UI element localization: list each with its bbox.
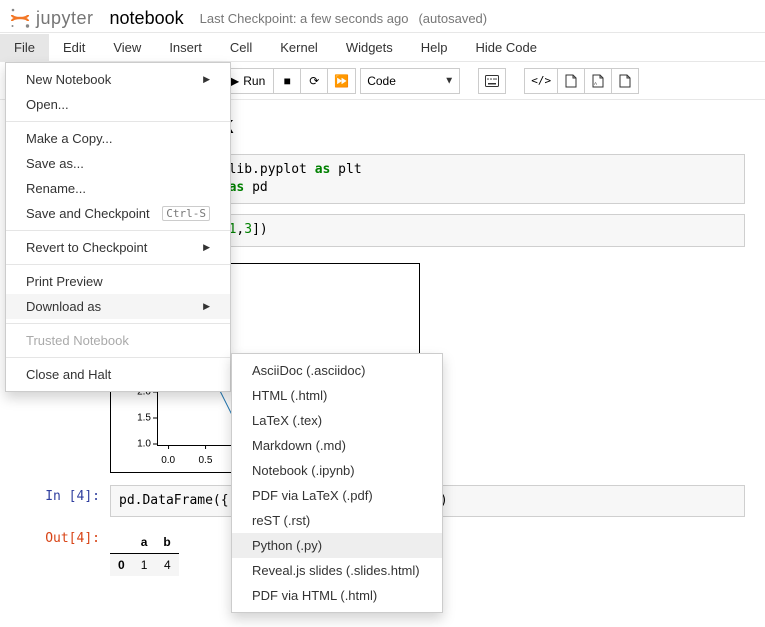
file-save-checkpoint[interactable]: Save and Checkpoint Ctrl-S [6, 201, 230, 226]
separator [6, 357, 230, 358]
stop-icon: ■ [284, 74, 291, 88]
restart-button[interactable]: ⟳ [300, 68, 328, 94]
file-blank-icon [619, 74, 631, 88]
file-revert[interactable]: Revert to Checkpoint [6, 235, 230, 260]
file-rename[interactable]: Rename... [6, 176, 230, 201]
row-index: 0 [110, 553, 133, 576]
dataframe-table: a b 0 1 4 [110, 531, 179, 576]
restart-icon: ⟳ [309, 74, 319, 88]
download-pdf-html[interactable]: PDF via HTML (.html) [232, 583, 442, 608]
file-download-as[interactable]: Download as [6, 294, 230, 319]
menu-help[interactable]: Help [407, 34, 462, 61]
cell-type-select[interactable]: Code [360, 68, 460, 94]
download-revealjs[interactable]: Reveal.js slides (.slides.html) [232, 558, 442, 583]
menubar: File Edit View Insert Cell Kernel Widget… [0, 32, 765, 62]
separator [6, 323, 230, 324]
download-latex[interactable]: LaTeX (.tex) [232, 408, 442, 433]
file-dropdown: New Notebook Open... Make a Copy... Save… [5, 62, 231, 392]
file-print-preview[interactable]: Print Preview [6, 269, 230, 294]
notebook-name[interactable]: notebook [110, 8, 184, 29]
table-row: 0 1 4 [110, 553, 179, 576]
autosave-status: (autosaved) [418, 11, 487, 26]
menu-view[interactable]: View [99, 34, 155, 61]
logo-text: jupyter [36, 8, 94, 29]
restart-run-all-button[interactable]: ⏩ [327, 68, 356, 94]
cell-value: 1 [133, 553, 156, 576]
download-as-submenu: AsciiDoc (.asciidoc) HTML (.html) LaTeX … [231, 353, 443, 613]
menu-file[interactable]: File [0, 34, 49, 61]
in-prompt: In [4]: [20, 485, 110, 517]
file-pdf-icon: A [592, 74, 604, 88]
menu-widgets[interactable]: Widgets [332, 34, 407, 61]
menu-kernel[interactable]: Kernel [266, 34, 332, 61]
download-html[interactable]: HTML (.html) [232, 383, 442, 408]
code-icon: </> [531, 74, 551, 87]
out-prompt: Out[4]: [20, 527, 110, 576]
jupyter-icon [8, 6, 32, 30]
cell-value: 4 [155, 553, 178, 576]
download-asciidoc[interactable]: AsciiDoc (.asciidoc) [232, 358, 442, 383]
separator [6, 121, 230, 122]
checkpoint-text: Last Checkpoint: a few seconds ago [200, 11, 409, 26]
interrupt-button[interactable]: ■ [273, 68, 301, 94]
file-make-copy[interactable]: Make a Copy... [6, 126, 230, 151]
download-markdown[interactable]: Markdown (.md) [232, 433, 442, 458]
play-icon: ▶ [230, 74, 239, 88]
download-rest[interactable]: reST (.rst) [232, 508, 442, 533]
col-header: b [155, 531, 178, 554]
file-open[interactable]: Open... [6, 92, 230, 117]
svg-text:A: A [594, 81, 597, 86]
ytick-label: 1.5 [111, 412, 151, 423]
file-icon [565, 74, 577, 88]
run-label: Run [243, 74, 265, 88]
menu-insert[interactable]: Insert [155, 34, 216, 61]
download-pdf-latex[interactable]: PDF via LaTeX (.pdf) [232, 483, 442, 508]
xtick-label: 0.5 [199, 455, 213, 466]
nbextension-button-4[interactable] [611, 68, 639, 94]
menu-cell[interactable]: Cell [216, 34, 266, 61]
menu-hidecode[interactable]: Hide Code [462, 34, 551, 61]
nbextension-button-3[interactable]: A [584, 68, 612, 94]
download-notebook[interactable]: Notebook (.ipynb) [232, 458, 442, 483]
keyboard-icon [485, 75, 499, 87]
kbd-shortcut: Ctrl-S [162, 206, 210, 221]
file-close-halt[interactable]: Close and Halt [6, 362, 230, 387]
fast-forward-icon: ⏩ [334, 74, 349, 88]
download-python[interactable]: Python (.py) [232, 533, 442, 558]
file-save-as[interactable]: Save as... [6, 151, 230, 176]
separator [6, 264, 230, 265]
jupyter-logo[interactable]: jupyter [8, 6, 94, 30]
ytick-label: 1.0 [111, 438, 151, 449]
header: jupyter notebook Last Checkpoint: a few … [0, 0, 765, 32]
col-header: a [133, 531, 156, 554]
command-palette-button[interactable] [478, 68, 506, 94]
file-trusted: Trusted Notebook [6, 328, 230, 353]
file-new-notebook[interactable]: New Notebook [6, 67, 230, 92]
menu-edit[interactable]: Edit [49, 34, 99, 61]
xtick-label: 0.0 [161, 455, 175, 466]
separator [6, 230, 230, 231]
nbextension-button-1[interactable]: </> [524, 68, 558, 94]
nbextension-button-2[interactable] [557, 68, 585, 94]
